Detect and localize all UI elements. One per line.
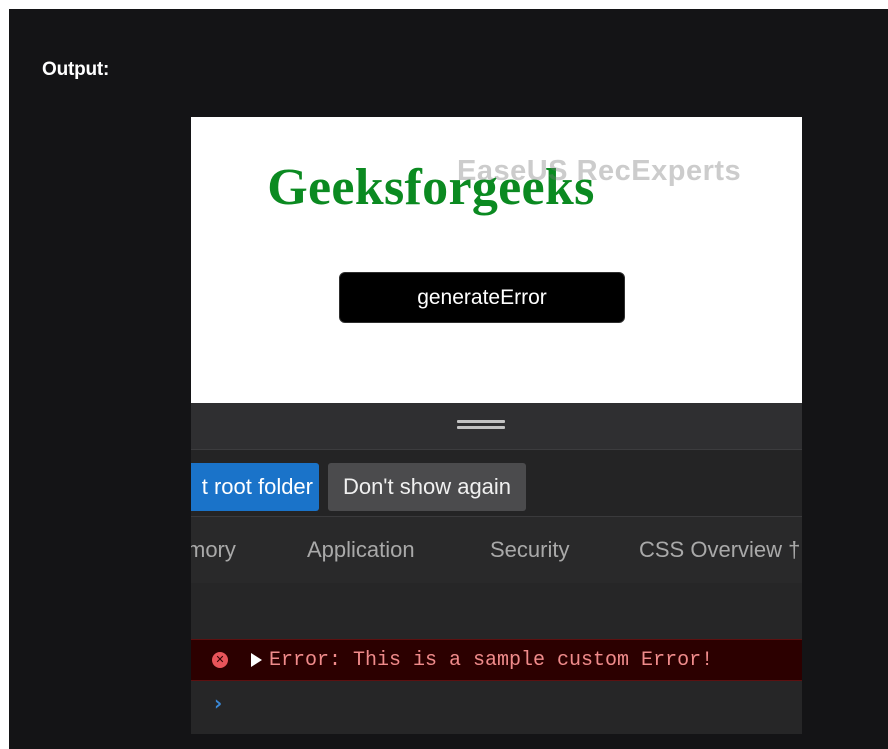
- devtools-resize-bar[interactable]: [191, 403, 802, 450]
- chevron-right-icon[interactable]: ›: [214, 691, 222, 715]
- error-circle-icon: ✕: [212, 652, 228, 668]
- tab-css-overview[interactable]: CSS Overview †: [639, 537, 800, 563]
- recorder-watermark: EaseUS RecExperts: [457, 155, 742, 187]
- article-page: Output: Geeksforgeeks EaseUS RecExperts …: [9, 9, 888, 749]
- generate-error-button[interactable]: generateError: [339, 272, 625, 323]
- drag-handle-icon[interactable]: [457, 420, 505, 430]
- devtools-tabs: mory Application Security CSS Overview †: [191, 517, 802, 583]
- console-error-row[interactable]: ✕ Error: This is a sample custom Error!: [191, 639, 802, 681]
- browser-screenshot: Geeksforgeeks EaseUS RecExperts generate…: [191, 117, 802, 734]
- select-root-folder-button[interactable]: t root folder: [191, 463, 319, 511]
- devtools-panel: t root folder Don't show again mory Appl…: [191, 403, 802, 734]
- webpage-viewport: Geeksforgeeks EaseUS RecExperts generate…: [191, 117, 802, 403]
- tab-security[interactable]: Security: [490, 537, 569, 563]
- console-panel: ✕ Error: This is a sample custom Error! …: [191, 583, 802, 734]
- expand-triangle-icon[interactable]: [251, 653, 262, 667]
- dont-show-again-button[interactable]: Don't show again: [328, 463, 526, 511]
- output-label: Output:: [42, 59, 110, 80]
- tab-memory[interactable]: mory: [191, 537, 236, 563]
- devtools-notice-bar: t root folder Don't show again: [191, 450, 802, 517]
- tab-application[interactable]: Application: [307, 537, 415, 563]
- console-error-message: Error: This is a sample custom Error!: [269, 649, 714, 672]
